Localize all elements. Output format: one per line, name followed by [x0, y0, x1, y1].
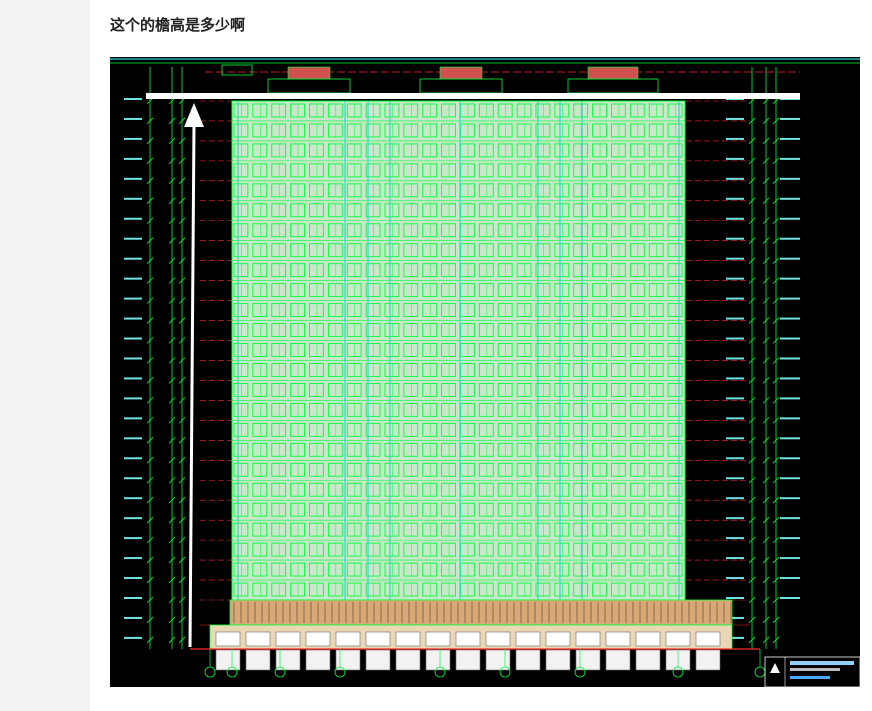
left-sidebar	[0, 0, 90, 711]
annotation-bar	[146, 93, 800, 99]
cad-elevation-drawing	[110, 57, 860, 687]
post-image[interactable]	[110, 57, 860, 687]
post-title: 这个的檐高是多少啊	[110, 16, 246, 34]
post-content: 这个的檐高是多少啊	[90, 0, 872, 711]
building-facade	[231, 100, 686, 601]
